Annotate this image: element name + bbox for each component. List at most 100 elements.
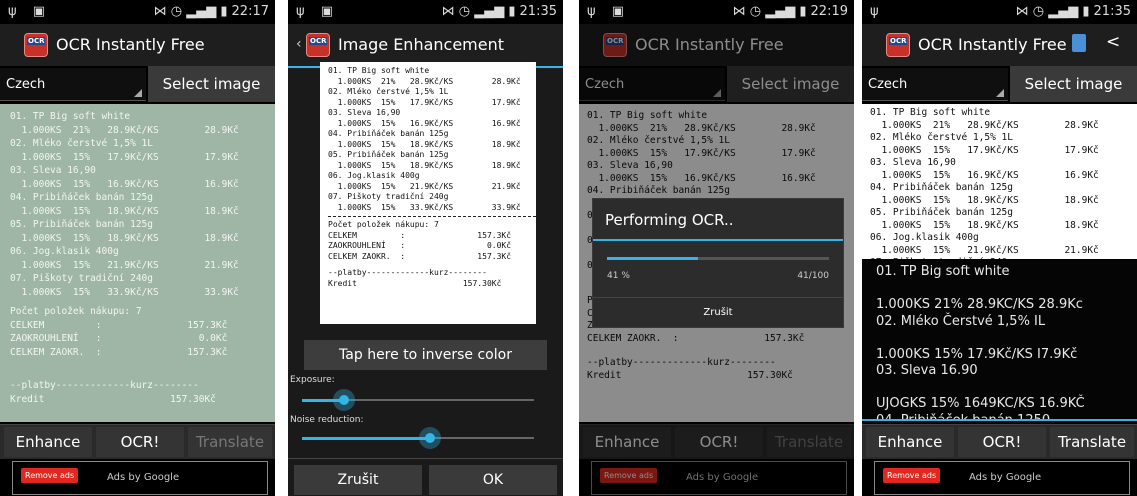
slider-track — [343, 399, 534, 401]
screen-performing-ocr: ψ ▣ ⋈ ◷ ▂▄▆ ▮ 22:19 OCR OCR Instantly Fre… — [579, 0, 854, 496]
exposure-slider[interactable] — [288, 389, 563, 411]
receipt-line: 1.000KS 15% 21.9Kč/KS 21.9Kč — [870, 244, 1099, 256]
ocr-button[interactable]: OCR! — [958, 427, 1046, 457]
receipt-items: 01. TP Big soft white 1.000KS 21% 28.9Kč… — [10, 110, 275, 299]
clock: 21:35 — [519, 4, 557, 19]
progress-count: 41/100 — [797, 271, 829, 281]
receipt-line: 04. Pribiňáček banán 125g — [10, 192, 153, 203]
ocr-button[interactable]: OCR! — [96, 427, 184, 457]
receipt-line: 01. TP Big soft white — [10, 111, 131, 122]
receipt-line: 04. Pribiňáček banán 125g — [328, 129, 449, 138]
app-icon: OCR — [886, 33, 910, 57]
receipt-line: 07. Piškoty tradiční 240g — [10, 273, 153, 284]
ocr-result-text[interactable]: 01. TP Big soft white 1.000KS 21% 28.9KC… — [862, 260, 1137, 420]
receipt-photo: 01. TP Big soft white 1.000KS 21% 28.9Kč… — [0, 104, 275, 422]
receipt-line: 1.000KS 15% 18.9Kč/KS 18.9Kč — [10, 232, 239, 244]
progress-title: Performing OCR.. — [605, 211, 734, 229]
ad-banner[interactable]: Remove ads Ads by Google — [12, 461, 268, 495]
cancel-button[interactable]: Zrušit — [593, 297, 843, 328]
translate-button[interactable]: Translate — [1050, 427, 1134, 457]
language-spinner[interactable]: Czech — [0, 68, 146, 101]
usb-icon: ψ ▣ — [296, 4, 339, 19]
receipt-line: Kredit 157.30Kč — [10, 393, 216, 405]
ocr-line: 02. Mléko Čerstvé 1,5% IL — [876, 313, 1046, 329]
noise-slider[interactable] — [288, 427, 563, 449]
translate-button[interactable]: Translate — [188, 427, 272, 457]
ok-button[interactable]: OK — [429, 465, 557, 495]
slider-fill — [302, 437, 430, 440]
usb-icon: ψ ▣ — [8, 4, 51, 19]
ocr-line: 1.000KS 21% 28.9KC/KS 28.9Kc — [876, 297, 1083, 312]
screen-ocr-result: ψ ⋈ ◷ ▂▄▆ ▮ 21:35 OCR OCR Instantly Free … — [862, 0, 1137, 496]
receipt-line: 1.000KS 15% 21.9Kč/KS 21.9Kč — [10, 259, 239, 271]
progress-percent: 41 % — [607, 271, 630, 281]
clock: 22:17 — [231, 4, 269, 19]
receipt-line: 1.000KS 15% 17.9Kč/KS 17.9Kč — [328, 97, 521, 107]
receipt-enhanced: 01. TP Big soft white 1.000KS 21% 28.9Kč… — [320, 62, 536, 324]
signal-icon: ⋈ ◷ ▂▄▆ ▮ — [441, 4, 516, 19]
receipt-summary: Počet položek nákupu: 7 CELKEM : 157.3Kč Z… — [10, 305, 275, 359]
slider-thumb[interactable] — [332, 389, 355, 411]
back-icon[interactable]: ‹ — [296, 36, 302, 52]
receipt-line: CELKEM : 157.3Kč — [328, 230, 512, 240]
app-icon: OCR — [306, 33, 330, 57]
receipt-line: 1.000KS 21% 28.9Kč/KS 28.9Kč — [10, 124, 239, 136]
screen-image-enhancement: ψ ▣ ⋈ ◷ ▂▄▆ ▮ 21:35 ‹ OCR Image Enhanceme… — [288, 0, 563, 496]
noise-label: Noise reduction: — [290, 415, 364, 425]
ad-banner[interactable]: Remove ads Ads by Google — [874, 461, 1130, 495]
receipt-line: 1.000KS 15% 16.9Kč/KS 16.9Kč — [10, 178, 239, 190]
receipt-line: --platby-------------kurz-------- — [10, 380, 199, 391]
receipt-line: 03. Sleva 16,90 — [10, 165, 96, 176]
clipboard-icon[interactable] — [1072, 34, 1086, 52]
receipt-line: CELKEM ZAOKR. : 157.3Kč — [10, 346, 228, 358]
status-bar: ψ ▣ ⋈ ◷ ▂▄▆ ▮ 22:17 — [0, 0, 275, 24]
inverse-color-button[interactable]: Tap here to inverse color — [304, 340, 547, 370]
signal-icon: ⋈ ◷ ▂▄▆ ▮ — [732, 4, 807, 19]
clock: 22:19 — [810, 4, 848, 19]
select-image-button[interactable]: Select image — [148, 66, 275, 102]
share-icon[interactable]: < — [1106, 32, 1120, 52]
receipt-line: 03. Sleva 16,90 — [328, 108, 401, 117]
app-icon: OCR — [24, 33, 48, 57]
usb-icon: ψ ▣ — [587, 4, 630, 19]
status-bar: ψ ⋈ ◷ ▂▄▆ ▮ 21:35 — [862, 0, 1137, 24]
remove-ads-button[interactable]: Remove ads — [883, 468, 941, 483]
app-title: OCR Instantly Free — [918, 35, 1067, 54]
action-bar: OCR OCR Instantly Free < — [862, 24, 1137, 66]
enhance-button[interactable]: Enhance — [866, 427, 954, 457]
receipt-line: 01. TP Big soft white — [328, 66, 430, 75]
progress-bar — [607, 257, 829, 260]
language-spinner[interactable]: Czech — [862, 68, 1008, 101]
ocr-line — [876, 330, 1137, 347]
slider-track — [429, 437, 534, 439]
receipt-line: 03. Sleva 16,90 — [870, 157, 956, 168]
ocr-line: 01. TP Big soft white — [876, 264, 1010, 279]
receipt-payment: --platby-------------kurz-------- Kredit … — [10, 379, 275, 406]
receipt-line: --platby-------------kurz-------- — [328, 268, 487, 277]
exposure-label: Exposure: — [290, 375, 335, 385]
screen-main-photo: ψ ▣ ⋈ ◷ ▂▄▆ ▮ 22:17 OCR OCR Instantly Fre… — [0, 0, 275, 496]
spinner-arrow-icon — [996, 89, 1004, 97]
receipt-line: 07. Piškoty tradiční 240g — [870, 257, 1137, 259]
signal-icon: ⋈ ◷ ▂▄▆ ▮ — [1015, 4, 1090, 19]
cancel-button[interactable]: Zrušit — [294, 465, 422, 495]
ads-by-google: Ads by Google — [107, 472, 180, 483]
enhance-button[interactable]: Enhance — [4, 427, 92, 457]
receipt-line: 06. Jog.klasik 400g — [870, 232, 979, 243]
remove-ads-button[interactable]: Remove ads — [21, 468, 79, 483]
dialog-title: Image Enhancement — [338, 35, 505, 54]
spinner-arrow-icon — [134, 89, 142, 97]
receipt-line: ZAOKROUHLENÍ : 0.0Kč — [328, 241, 512, 250]
slider-thumb[interactable] — [418, 427, 441, 449]
receipt-line: 1.000KS 15% 33.9Kč/KS 33.9Kč — [10, 286, 239, 298]
receipt-line: CELKEM : 157.3Kč — [10, 319, 228, 331]
receipt-line: 1.000KS 15% 21.9Kč/KS 21.9Kč — [328, 181, 521, 191]
receipt-line: Počet položek nákupu: 7 — [10, 306, 142, 317]
receipt-line: 1.000KS 15% 17.9Kč/KS 17.9Kč — [870, 144, 1099, 156]
receipt-line: 05. Pribiňáček banán 125g — [10, 219, 153, 230]
progress-fill — [607, 257, 699, 260]
receipt-line: Kredit 157.30Kč — [328, 278, 502, 288]
receipt-line: 1.000KS 15% 18.9Kč/KS 18.9Kč — [870, 194, 1099, 206]
select-image-button[interactable]: Select image — [1010, 66, 1137, 102]
receipt-line: CELKEM ZAOKR. : 157.3Kč — [328, 251, 512, 261]
